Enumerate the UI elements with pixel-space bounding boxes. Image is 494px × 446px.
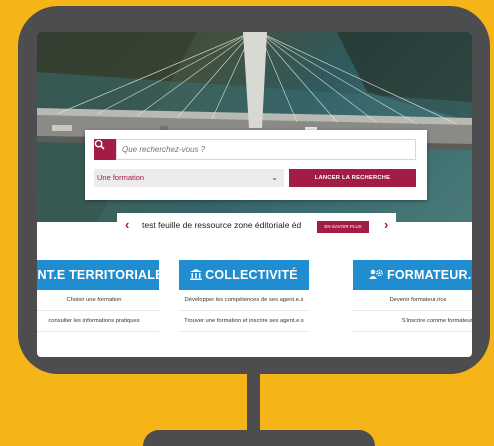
chevron-left-icon[interactable]: ‹ xyxy=(125,217,129,232)
chevron-right-icon[interactable]: › xyxy=(384,217,388,232)
card-formateur-link[interactable]: Devenir formateur.rice xyxy=(353,290,472,311)
card-collectivite-link[interactable]: Trouver une formation et inscrire ses ag… xyxy=(179,311,309,332)
card-formateur: FORMATEUR.R Devenir formateur.rice S'ins… xyxy=(353,260,472,332)
card-collectivite-link[interactable]: Développer les compétences de ses agent.… xyxy=(179,290,309,311)
search-input[interactable] xyxy=(116,139,416,160)
search-icon[interactable] xyxy=(94,139,116,160)
chevron-down-icon: ⌄ xyxy=(271,173,278,182)
news-carousel: ‹ test feuille de ressource zone éditori… xyxy=(117,213,396,240)
monitor-screen: Une formation ⌄ LANCER LA RECHERCHE ‹ te… xyxy=(37,32,472,357)
read-more-button[interactable]: EN SAVOIR PLUS xyxy=(317,221,369,233)
card-collectivite: COLLECTIVITÉ Développer les compétences … xyxy=(179,260,309,332)
search-button[interactable]: LANCER LA RECHERCHE xyxy=(289,169,416,187)
building-icon xyxy=(190,261,203,290)
card-agent-title[interactable]: ENT.E TERRITORIALE xyxy=(37,260,159,290)
card-agent-link[interactable]: Choisir une formation xyxy=(37,290,159,311)
monitor-stand-base xyxy=(143,430,375,446)
formation-type-select[interactable]: Une formation ⌄ xyxy=(94,169,284,187)
card-collectivite-header[interactable]: COLLECTIVITÉ xyxy=(179,260,309,290)
people-gear-icon xyxy=(369,261,383,290)
card-agent: ENT.E TERRITORIALE Choisir une formation… xyxy=(37,260,159,332)
formation-type-select-value: Une formation xyxy=(97,173,145,182)
search-panel: Une formation ⌄ LANCER LA RECHERCHE xyxy=(85,130,427,200)
card-formateur-header[interactable]: FORMATEUR.R xyxy=(353,260,472,290)
card-formateur-title: FORMATEUR.R xyxy=(387,268,472,282)
carousel-headline: test feuille de ressource zone éditorial… xyxy=(142,220,302,230)
audience-cards: ENT.E TERRITORIALE Choisir une formation… xyxy=(37,260,472,357)
monitor-stand-neck xyxy=(247,372,260,430)
card-collectivite-title: COLLECTIVITÉ xyxy=(205,268,298,282)
hero-banner-image: Une formation ⌄ LANCER LA RECHERCHE xyxy=(37,32,472,222)
card-formateur-link[interactable]: S'inscrire comme formateur.ri xyxy=(353,311,472,332)
card-agent-link[interactable]: consulter les informations pratiques xyxy=(37,311,159,332)
